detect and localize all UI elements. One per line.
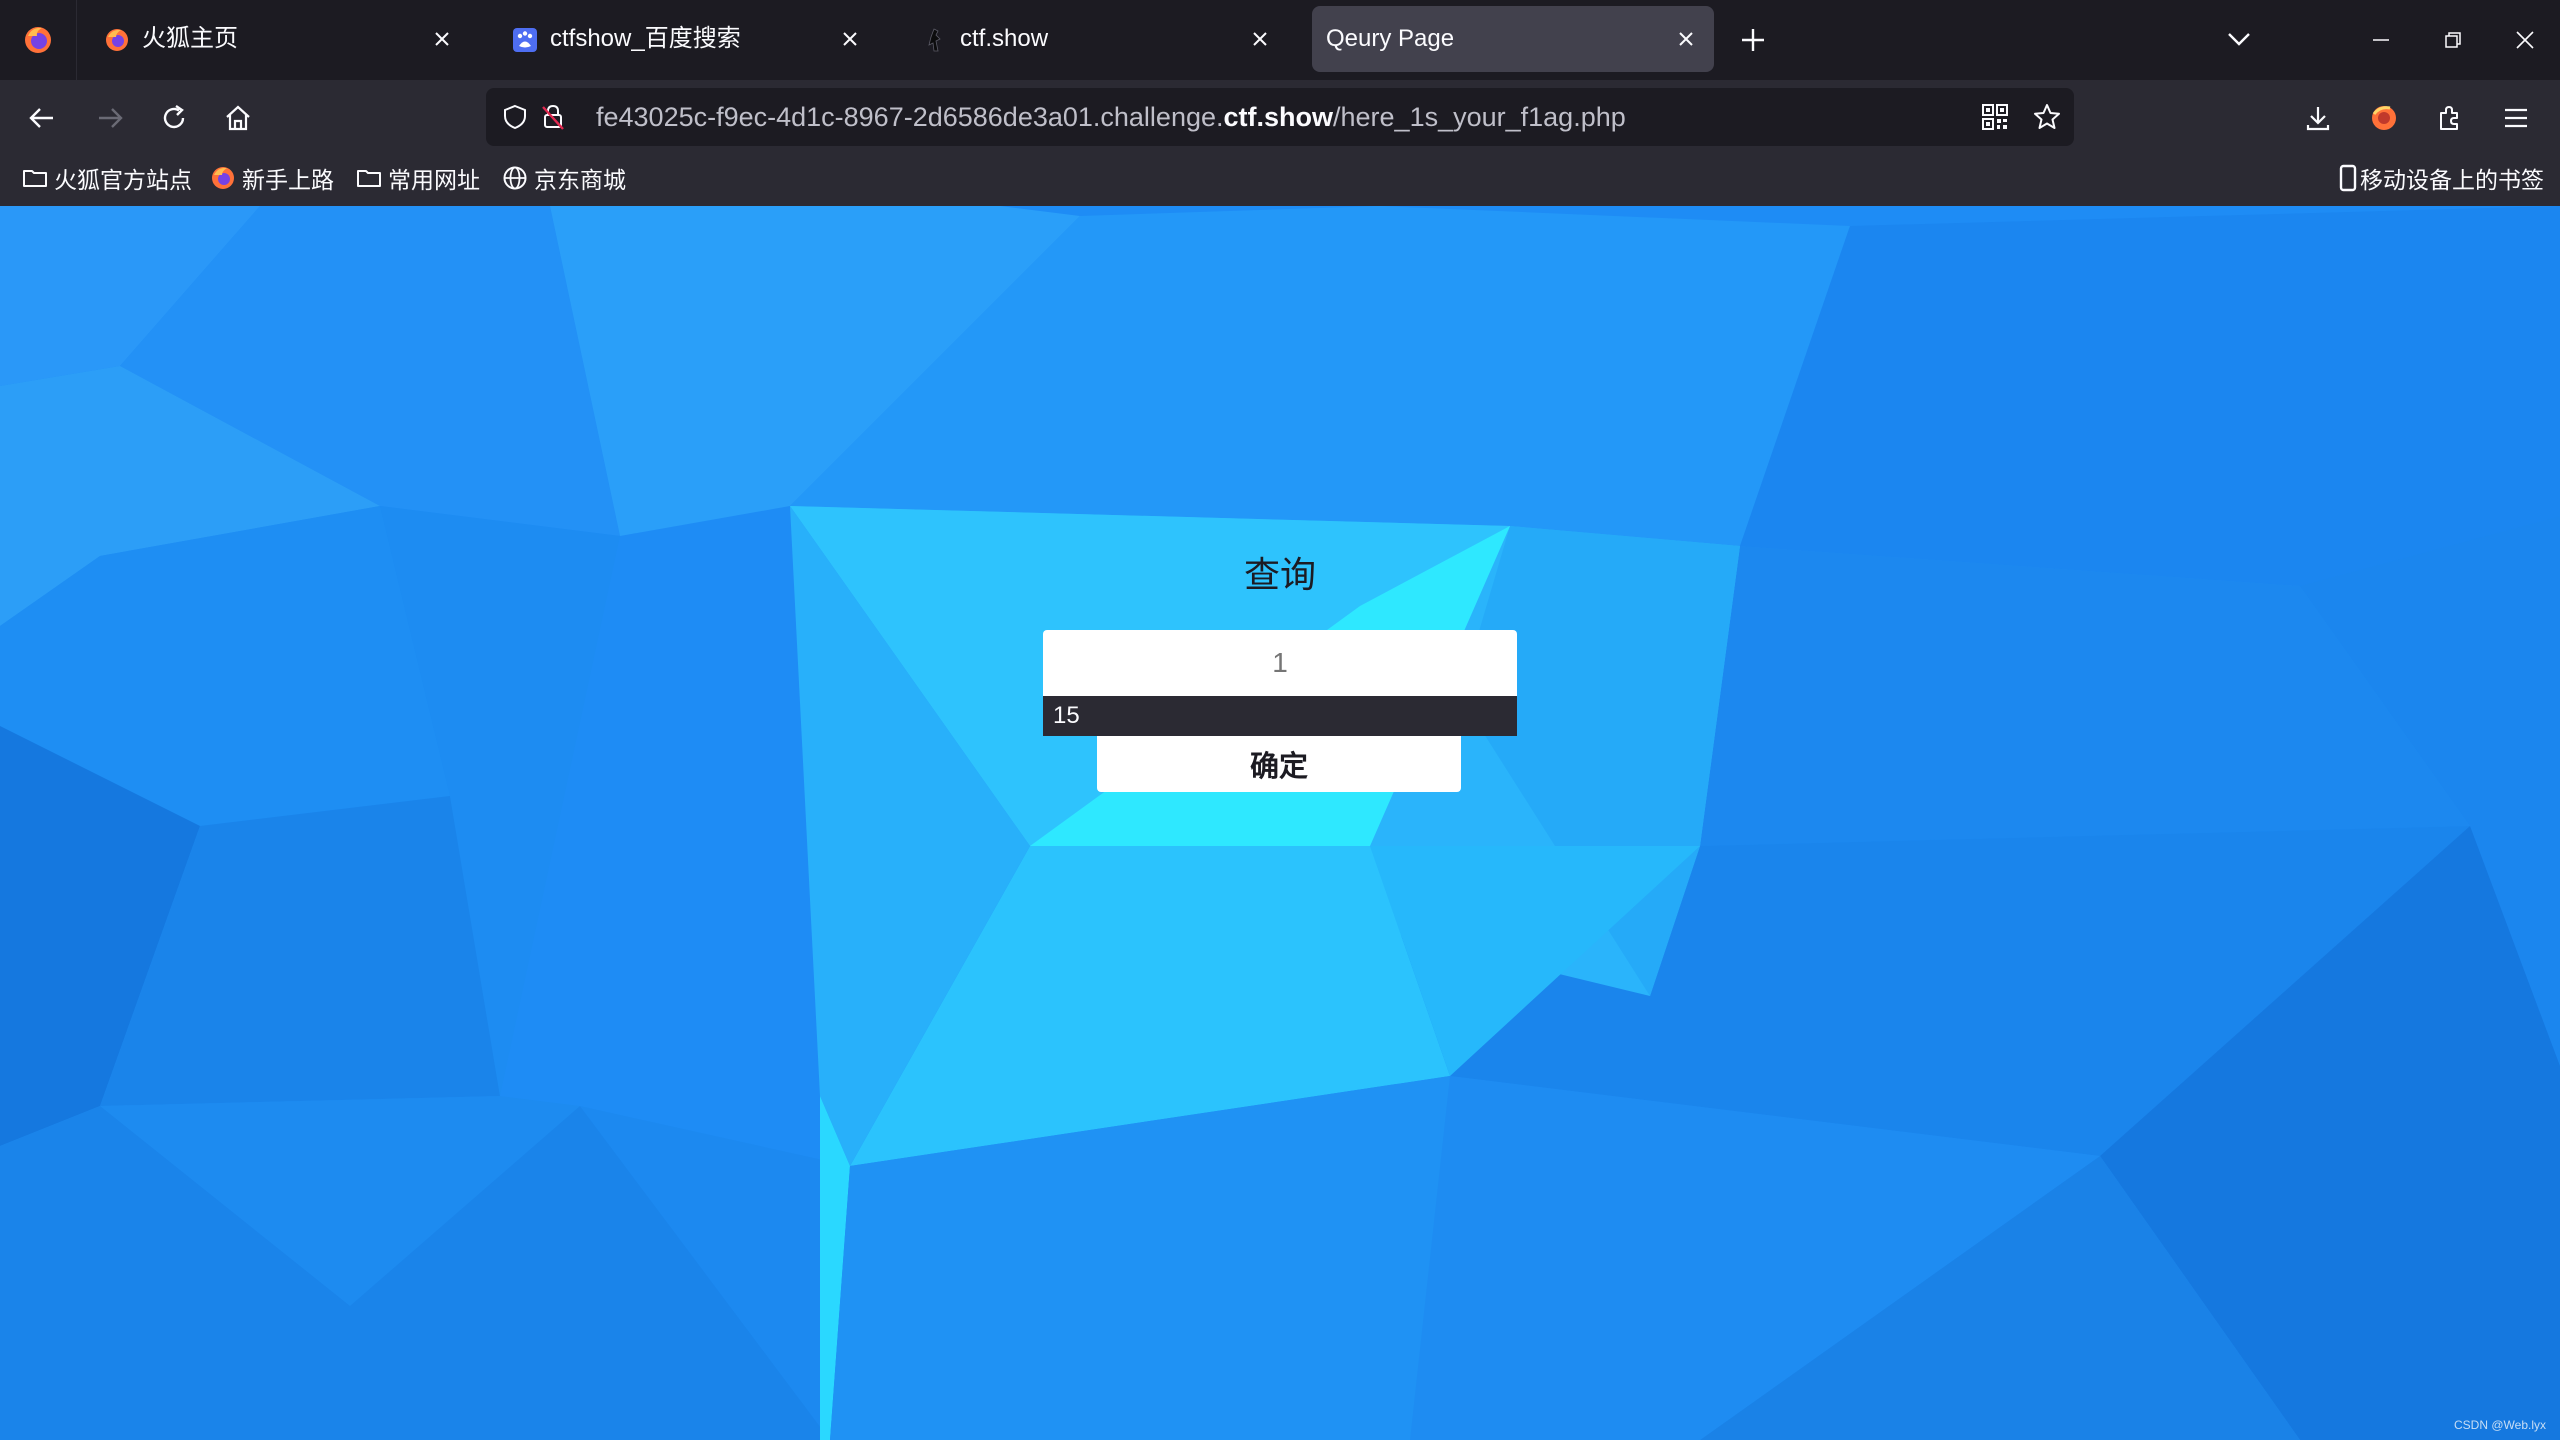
globe-icon (502, 165, 528, 191)
bookmark-label: 火狐官方站点 (54, 167, 192, 193)
extensions-button[interactable] (2426, 94, 2474, 142)
close-icon (2516, 31, 2534, 49)
home-button[interactable] (214, 94, 262, 142)
bookmark-item[interactable]: 新手上路 (210, 156, 334, 200)
page-content: 查询 15 确定 CSDN @Web.lyx (0, 206, 2560, 1440)
folder-icon (22, 165, 48, 191)
autocomplete-suggestion[interactable]: 15 (1043, 696, 1517, 736)
folder-icon (356, 165, 382, 191)
tab-ctfshow[interactable]: ctf.show (902, 6, 1288, 72)
back-button[interactable] (18, 94, 66, 142)
tab-title: Qeury Page (1326, 25, 1455, 52)
ctfshow-icon (928, 28, 941, 52)
low-poly-background (0, 206, 2560, 1440)
close-window-button[interactable] (2490, 0, 2560, 80)
query-input[interactable] (1043, 630, 1517, 696)
puzzle-piece-icon (2440, 106, 2458, 130)
tab-baidu-search[interactable]: ctfshow_百度搜索 (492, 6, 878, 72)
close-tab-icon[interactable] (1246, 25, 1274, 53)
firefox-icon (210, 165, 236, 191)
bookmarks-toolbar: 火狐官方站点 新手上路 常用网址 京东商城 移动设备上的书签 (0, 156, 2560, 207)
mobile-device-icon (2338, 164, 2358, 192)
qr-code-icon[interactable] (1980, 102, 2010, 132)
bookmark-label: 京东商城 (534, 167, 626, 193)
chevron-down-icon (2228, 33, 2250, 46)
tracking-protection-shield-icon[interactable] (500, 102, 530, 132)
firefox-icon (25, 27, 51, 53)
tab-query-page[interactable]: Qeury Page (1312, 6, 1714, 72)
url-text[interactable]: fe43025c-f9ec-4d1c-8967-2d6586de3a01.cha… (596, 88, 1626, 146)
avatar-icon (2372, 106, 2396, 130)
tab-title: 火狐主页 (142, 25, 238, 52)
firefox-view-button[interactable] (0, 0, 77, 80)
tab-title: ctfshow_百度搜索 (550, 25, 741, 52)
arrow-right-icon (99, 108, 123, 128)
download-icon (2306, 107, 2330, 131)
baidu-icon (513, 28, 537, 52)
mobile-bookmarks-folder[interactable]: 移动设备上的书签 (2338, 156, 2544, 200)
bookmark-label: 移动设备上的书签 (2360, 167, 2544, 193)
forward-button[interactable] (86, 94, 134, 142)
bookmark-item[interactable]: 常用网址 (356, 156, 480, 200)
reload-icon (163, 105, 185, 129)
downloads-button[interactable] (2294, 94, 2342, 142)
bookmark-item[interactable]: 京东商城 (502, 156, 626, 200)
restore-icon (2445, 32, 2461, 48)
tab-title: ctf.show (960, 25, 1049, 52)
reload-button[interactable] (150, 94, 198, 142)
page-heading: 查询 (1243, 554, 1316, 595)
arrow-left-icon (29, 108, 53, 128)
plus-icon (1742, 29, 1764, 51)
watermark: CSDN @Web.lyx (2454, 1418, 2546, 1432)
bookmark-label: 新手上路 (242, 167, 334, 193)
minimize-button[interactable] (2346, 0, 2416, 80)
submit-button[interactable]: 确定 (1097, 736, 1461, 792)
hamburger-menu-icon (2505, 108, 2527, 128)
url-bar[interactable]: fe43025c-f9ec-4d1c-8967-2d6586de3a01.cha… (486, 88, 2074, 146)
bookmark-item[interactable]: 火狐官方站点 (22, 156, 192, 200)
bookmark-star-icon[interactable] (2032, 102, 2062, 132)
firefox-icon (106, 29, 128, 51)
app-menu-button[interactable] (2492, 94, 2540, 142)
tab-firefox-home[interactable]: 火狐主页 (84, 6, 470, 72)
close-tab-icon[interactable] (428, 25, 456, 53)
close-tab-icon[interactable] (836, 25, 864, 53)
account-button[interactable] (2360, 94, 2408, 142)
home-icon (226, 105, 250, 131)
close-tab-icon[interactable] (1672, 25, 1700, 53)
minimize-icon (2373, 39, 2389, 41)
new-tab-button[interactable] (1738, 20, 1768, 60)
bookmark-label: 常用网址 (388, 167, 480, 193)
restore-button[interactable] (2418, 0, 2488, 80)
insecure-lock-icon[interactable] (538, 102, 568, 132)
navigation-toolbar: fe43025c-f9ec-4d1c-8967-2d6586de3a01.cha… (0, 80, 2560, 156)
tab-strip: 火狐主页 ctfshow_百度搜索 ctf.show Qeury Page (0, 0, 2560, 80)
list-all-tabs-button[interactable] (2222, 22, 2256, 56)
